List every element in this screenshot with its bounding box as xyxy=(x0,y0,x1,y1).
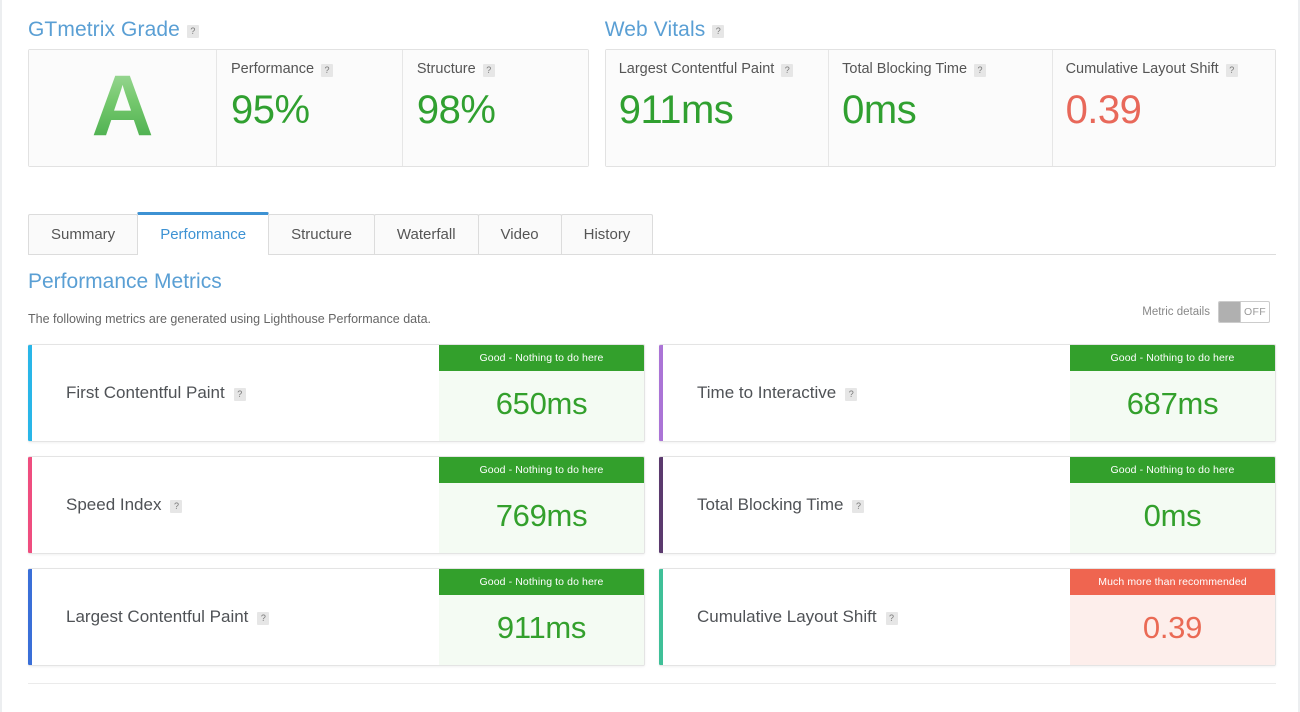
metric-name: First Contentful Paint ? xyxy=(32,345,439,441)
performance-metrics-grid: First Contentful Paint ? Good - Nothing … xyxy=(28,344,1276,666)
metric-card-cumulative-layout-shift[interactable]: Cumulative Layout Shift ? Much more than… xyxy=(659,568,1276,666)
metric-value: 0.39 xyxy=(1070,595,1275,665)
metric-value: 0ms xyxy=(1070,483,1275,553)
tab-video[interactable]: Video xyxy=(477,214,562,254)
tab-performance[interactable]: Performance xyxy=(137,212,270,255)
vital-cell-tbt: Total Blocking Time ? 0ms xyxy=(829,50,1053,167)
help-icon[interactable]: ? xyxy=(482,64,495,78)
toggle-state-label: OFF xyxy=(1244,306,1266,318)
metric-result: Good - Nothing to do here 650ms xyxy=(439,345,644,441)
web-vitals-title: Web Vitals ? xyxy=(605,18,1276,41)
help-icon[interactable]: ? xyxy=(974,64,987,78)
gtmetrix-grade-panel: GTmetrix Grade ? A Performance ? 95% Str… xyxy=(28,18,589,168)
status-badge: Much more than recommended xyxy=(1070,569,1275,595)
metric-name-text: First Contentful Paint xyxy=(66,383,225,402)
vital-value-cls: 0.39 xyxy=(1065,88,1142,133)
grade-letter: A xyxy=(91,58,154,155)
web-vitals-box: Largest Contentful Paint ? 911ms Total B… xyxy=(604,49,1276,168)
help-icon[interactable]: ? xyxy=(781,64,794,78)
score-value-performance: 95% xyxy=(231,88,310,133)
score-label-performance: Performance ? xyxy=(231,61,388,78)
metric-result: Good - Nothing to do here 687ms xyxy=(1070,345,1275,441)
metric-details-label: Metric details xyxy=(1142,306,1210,318)
help-icon[interactable]: ? xyxy=(712,25,725,39)
vital-label-lcp-text: Largest Contentful Paint xyxy=(618,61,775,78)
score-cell-performance: Performance ? 95% xyxy=(217,50,403,167)
help-icon[interactable]: ? xyxy=(321,64,334,78)
help-icon[interactable]: ? xyxy=(233,387,246,401)
score-label-structure-text: Structure xyxy=(416,61,476,78)
vital-value-lcp: 911ms xyxy=(618,88,734,133)
metric-card-time-to-interactive[interactable]: Time to Interactive ? Good - Nothing to … xyxy=(659,344,1276,442)
help-icon[interactable]: ? xyxy=(1225,64,1238,78)
status-badge: Good - Nothing to do here xyxy=(439,569,644,595)
metric-name: Total Blocking Time ? xyxy=(663,457,1070,553)
metric-name: Speed Index ? xyxy=(32,457,439,553)
metric-result: Good - Nothing to do here 911ms xyxy=(439,569,644,665)
section-description: The following metrics are generated usin… xyxy=(28,312,432,326)
score-cell-structure: Structure ? 98% xyxy=(402,50,588,167)
metric-name: Cumulative Layout Shift ? xyxy=(663,569,1070,665)
help-icon[interactable]: ? xyxy=(257,611,270,625)
help-icon[interactable]: ? xyxy=(845,387,858,401)
toggle-knob[interactable] xyxy=(1219,302,1241,322)
gtmetrix-grade-title-text: GTmetrix Grade xyxy=(28,18,180,41)
metric-card-speed-index[interactable]: Speed Index ? Good - Nothing to do here … xyxy=(28,456,645,554)
metric-value: 911ms xyxy=(439,595,644,665)
metric-name: Time to Interactive ? xyxy=(663,345,1070,441)
status-badge: Good - Nothing to do here xyxy=(439,345,644,371)
score-label-performance-text: Performance xyxy=(231,61,315,78)
help-icon[interactable]: ? xyxy=(186,25,199,39)
tab-history[interactable]: History xyxy=(560,214,654,254)
grade-letter-cell: A xyxy=(29,50,217,167)
metric-result: Much more than recommended 0.39 xyxy=(1070,569,1275,665)
tab-structure[interactable]: Structure xyxy=(268,214,375,254)
vital-value-tbt: 0ms xyxy=(842,88,917,133)
metric-card-first-contentful-paint[interactable]: First Contentful Paint ? Good - Nothing … xyxy=(28,344,645,442)
page-title: Performance Metrics xyxy=(28,270,222,293)
metric-name-text: Speed Index xyxy=(66,495,162,514)
metric-name-text: Largest Contentful Paint xyxy=(66,607,249,626)
vital-label-cls-text: Cumulative Layout Shift xyxy=(1065,61,1219,78)
score-value-structure: 98% xyxy=(416,88,496,133)
vital-label-tbt: Total Blocking Time ? xyxy=(842,61,1038,78)
help-icon[interactable]: ? xyxy=(885,611,898,625)
metric-result: Good - Nothing to do here 769ms xyxy=(439,457,644,553)
web-vitals-panel: Web Vitals ? Largest Contentful Paint ? … xyxy=(604,18,1276,168)
status-badge: Good - Nothing to do here xyxy=(439,457,644,483)
metric-result: Good - Nothing to do here 0ms xyxy=(1070,457,1275,553)
vital-cell-cls: Cumulative Layout Shift ? 0.39 xyxy=(1052,50,1275,167)
web-vitals-title-text: Web Vitals xyxy=(604,18,706,41)
vital-label-lcp: Largest Contentful Paint ? xyxy=(619,61,815,78)
tab-waterfall[interactable]: Waterfall xyxy=(373,214,479,254)
vital-label-tbt-text: Total Blocking Time xyxy=(842,61,968,78)
gtmetrix-grade-title: GTmetrix Grade ? xyxy=(28,18,589,41)
metric-value: 650ms xyxy=(439,371,644,441)
score-label-structure: Structure ? xyxy=(417,61,574,78)
status-badge: Good - Nothing to do here xyxy=(1070,345,1275,371)
metric-details-switch[interactable]: OFF xyxy=(1218,301,1270,323)
metric-name: Largest Contentful Paint ? xyxy=(32,569,439,665)
help-icon[interactable]: ? xyxy=(170,499,183,513)
status-badge: Good - Nothing to do here xyxy=(1070,457,1275,483)
vital-label-cls: Cumulative Layout Shift ? xyxy=(1066,61,1262,78)
gtmetrix-report-page: GTmetrix Grade ? A Performance ? 95% Str… xyxy=(0,0,1300,712)
metric-value: 769ms xyxy=(439,483,644,553)
section-divider xyxy=(28,683,1276,684)
metric-card-total-blocking-time[interactable]: Total Blocking Time ? Good - Nothing to … xyxy=(659,456,1276,554)
metric-name-text: Cumulative Layout Shift xyxy=(697,607,877,626)
metric-details-toggle[interactable]: Metric details OFF xyxy=(1142,301,1270,323)
help-icon[interactable]: ? xyxy=(852,499,865,513)
score-summary-area: GTmetrix Grade ? A Performance ? 95% Str… xyxy=(28,18,1276,168)
vital-cell-lcp: Largest Contentful Paint ? 911ms xyxy=(605,50,830,167)
report-tab-bar: Summary Performance Structure Waterfall … xyxy=(28,212,1276,255)
metric-card-largest-contentful-paint[interactable]: Largest Contentful Paint ? Good - Nothin… xyxy=(28,568,645,666)
metric-value: 687ms xyxy=(1070,371,1275,441)
metric-name-text: Total Blocking Time xyxy=(697,495,844,514)
gtmetrix-grade-box: A Performance ? 95% Structure ? 98% xyxy=(28,49,589,168)
tab-summary[interactable]: Summary xyxy=(28,214,139,254)
metric-name-text: Time to Interactive xyxy=(697,383,837,402)
